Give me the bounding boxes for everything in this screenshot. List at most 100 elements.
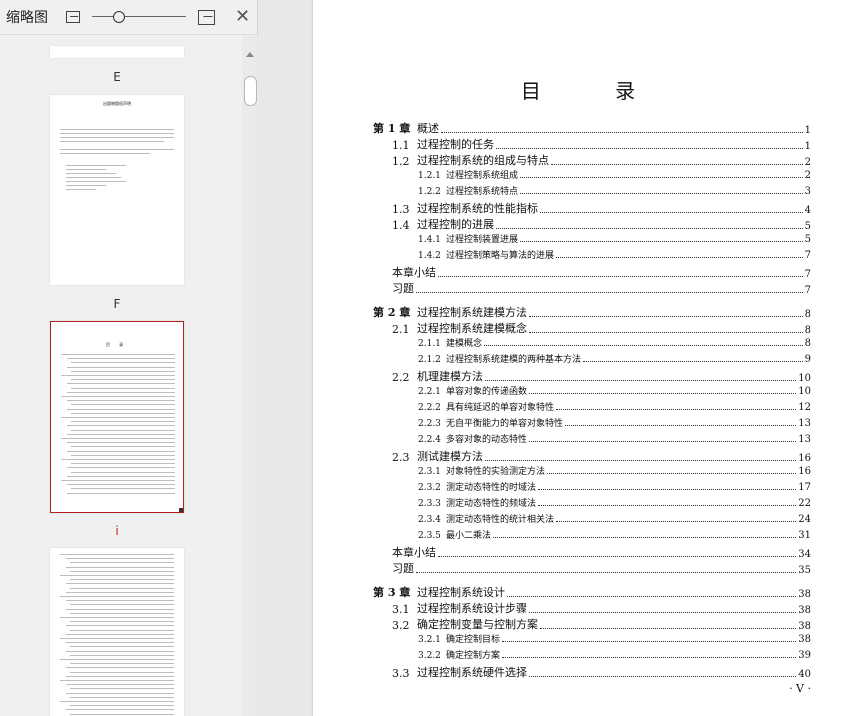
toc-entry-title: 过程控制的进展 <box>417 218 494 231</box>
scroll-up-arrow-icon[interactable] <box>246 52 254 57</box>
toc-entry[interactable]: 2.1 过程控制系统建模概念 8 <box>392 320 811 336</box>
toc-entry[interactable]: 2.3.1 对象特性的实验测定方法 16 <box>418 464 811 477</box>
thumbnail-text-line <box>60 617 174 618</box>
thumbnail-text-line <box>67 450 175 452</box>
thumbnail-size-slider[interactable] <box>92 11 186 23</box>
toc-leader-dots <box>551 164 803 165</box>
thumbnail-page-next[interactable] <box>50 548 184 716</box>
thumbnail-text-line <box>70 570 174 572</box>
zoom-out-image-icon[interactable] <box>66 11 80 23</box>
toc-entry-number: 3.2.1 <box>418 635 441 645</box>
toc-entry[interactable]: 2.3.5 最小二乘法 31 <box>418 528 811 541</box>
toc-entry[interactable]: 3.2.1 确定控制目标 38 <box>418 632 811 645</box>
toc-entry[interactable]: 1.3 过程控制系统的性能指标 4 <box>392 200 811 216</box>
thumbnail-text-line <box>71 429 175 431</box>
thumbnail-text-line <box>71 471 175 473</box>
toc-entry-page: 7 <box>804 269 811 280</box>
toc-entry[interactable]: 2.2.3 无自平衡能力的单容对象特性 13 <box>418 416 811 429</box>
toc-entry[interactable]: 2.3 测试建模方法 16 <box>392 448 811 464</box>
close-icon[interactable]: ✕ <box>235 8 250 26</box>
toc-entry-number: 1.2.1 <box>418 171 441 181</box>
toc-leader-dots <box>556 521 797 522</box>
toc-entry[interactable]: 1.4.1 过程控制装置进展 5 <box>418 232 811 245</box>
toc-entry-page: 7 <box>804 285 811 296</box>
toc-entry[interactable]: 2.1.1 建模概念 8 <box>418 336 811 349</box>
toc-entry-title: 机理建模方法 <box>417 370 483 383</box>
toc-entry[interactable]: 本章小结 34 <box>392 544 811 560</box>
thumbnail-text-line <box>70 713 174 715</box>
toc-entry-number: 2.2.1 <box>418 387 441 397</box>
toc-entry-title: 过程控制的任务 <box>417 138 494 151</box>
thumbnail-text-line <box>61 438 175 439</box>
thumbnail-text-line <box>67 442 175 444</box>
thumbnail-text-line <box>60 701 174 702</box>
toc-entry-number: 3.3 <box>392 667 410 680</box>
toc-entry[interactable]: 1.2.2 过程控制系统特点 3 <box>418 184 811 197</box>
toc-entry[interactable]: 2.1.2 过程控制系统建模的两种基本方法 9 <box>418 352 811 365</box>
toc-entry-page: 40 <box>798 669 811 680</box>
slider-thumb[interactable] <box>113 11 125 23</box>
pane-title: 缩略图 <box>6 10 48 26</box>
toc-entry-page: 35 <box>798 565 811 576</box>
toc-entry[interactable]: 3.1 过程控制系统设计步骤 38 <box>392 600 811 616</box>
toc-entry[interactable]: 2.3.4 测定动态特性的统计相关法 24 <box>418 512 811 525</box>
toc-entry[interactable]: 第 3 章过程控制系统设计 38 <box>373 584 811 600</box>
toc-entry[interactable]: 1.2 过程控制系统的组成与特点 2 <box>392 152 811 168</box>
thumbnail-text-line <box>70 587 174 589</box>
toc-entry[interactable]: 习题 7 <box>392 280 811 296</box>
toc-entry-page: 8 <box>804 338 811 349</box>
toc-entry-number: 2.1.1 <box>418 339 441 349</box>
thumbnail-text-line <box>67 433 175 435</box>
thumbnail-page-partial[interactable] <box>50 46 184 58</box>
toc-entry[interactable]: 本章小结 7 <box>392 264 811 280</box>
thumbnail-page-i-selected[interactable]: 目 录 <box>50 321 184 513</box>
toc-leader-dots <box>438 276 803 277</box>
thumbnail-text-line <box>70 696 174 698</box>
toc-leader-dots <box>485 380 797 381</box>
toc-entry-page: 16 <box>798 466 811 477</box>
toc-leader-dots <box>538 505 797 506</box>
scrollbar-thumb[interactable] <box>244 76 257 106</box>
toc-entry[interactable]: 1.4 过程控制的进展 5 <box>392 216 811 232</box>
toc-entry[interactable]: 习题 35 <box>392 560 811 576</box>
toc-entry[interactable]: 2.3.3 测定动态特性的频域法 22 <box>418 496 811 509</box>
toc-entry-number: 1.4.2 <box>418 251 441 261</box>
thumbnail-text-line <box>66 558 174 560</box>
toc-entry-title: 测定动态特性的统计相关法 <box>446 515 555 525</box>
thumbnail-text-line <box>60 554 174 555</box>
toc-leader-dots <box>520 241 803 242</box>
toc-entry[interactable]: 3.2.2 确定控制方案 39 <box>418 648 811 661</box>
toc-entry[interactable]: 1.1 过程控制的任务 1 <box>392 136 811 152</box>
toc-entry[interactable]: 2.3.2 测定动态特性的时域法 17 <box>418 480 811 493</box>
thumbnail-text-line <box>71 362 175 364</box>
toc-entry[interactable]: 1.4.2 过程控制策略与算法的进展 7 <box>418 248 811 261</box>
thumbnail-text-line <box>66 667 174 669</box>
thumbnail-text-line <box>61 354 175 355</box>
thumbnail-text-line <box>67 408 175 410</box>
toc-entry[interactable]: 3.2 确定控制变量与控制方案 38 <box>392 616 811 632</box>
toc-entry[interactable]: 第 2 章过程控制系统建模方法 8 <box>373 304 811 320</box>
thumbnail-text-line <box>67 492 175 494</box>
toc-entry-page: 8 <box>804 325 811 336</box>
toc-entry[interactable]: 2.2.4 多容对象的动态特性 13 <box>418 432 811 445</box>
toc-entry[interactable]: 第 1 章概述 1 <box>373 120 811 136</box>
toc-entry-number: 2.1 <box>392 323 410 336</box>
zoom-in-image-icon[interactable] <box>198 9 215 25</box>
toc-entry-title: 习题 <box>392 562 414 575</box>
toc-leader-dots <box>538 489 797 490</box>
thumbnail-page-f[interactable]: 出版物版权声明 <box>50 95 184 285</box>
toc-entry[interactable]: 2.2.2 具有纯延迟的单容对象特性 12 <box>418 400 811 413</box>
toc-entry[interactable]: 2.2.1 单容对象的传递函数 10 <box>418 384 811 397</box>
toc-entry-page: 2 <box>804 170 811 181</box>
toc-entry-number: 第 1 章 <box>373 122 411 135</box>
toc-entry-page: 13 <box>798 434 811 445</box>
toc-entry[interactable]: 3.3 过程控制系统硬件选择 40 <box>392 664 811 680</box>
toc-leader-dots <box>529 612 797 613</box>
toc-entry[interactable]: 1.2.1 过程控制系统组成 2 <box>418 168 811 181</box>
thumbnail-text-line <box>66 591 174 593</box>
toc-entry-title: 多容对象的动态特性 <box>446 435 528 445</box>
toc-entry[interactable]: 2.2 机理建模方法 10 <box>392 368 811 384</box>
thumbnail-scrollbar[interactable] <box>242 36 258 716</box>
thumbnail-text-line <box>70 612 174 614</box>
toc-leader-dots <box>556 257 803 258</box>
